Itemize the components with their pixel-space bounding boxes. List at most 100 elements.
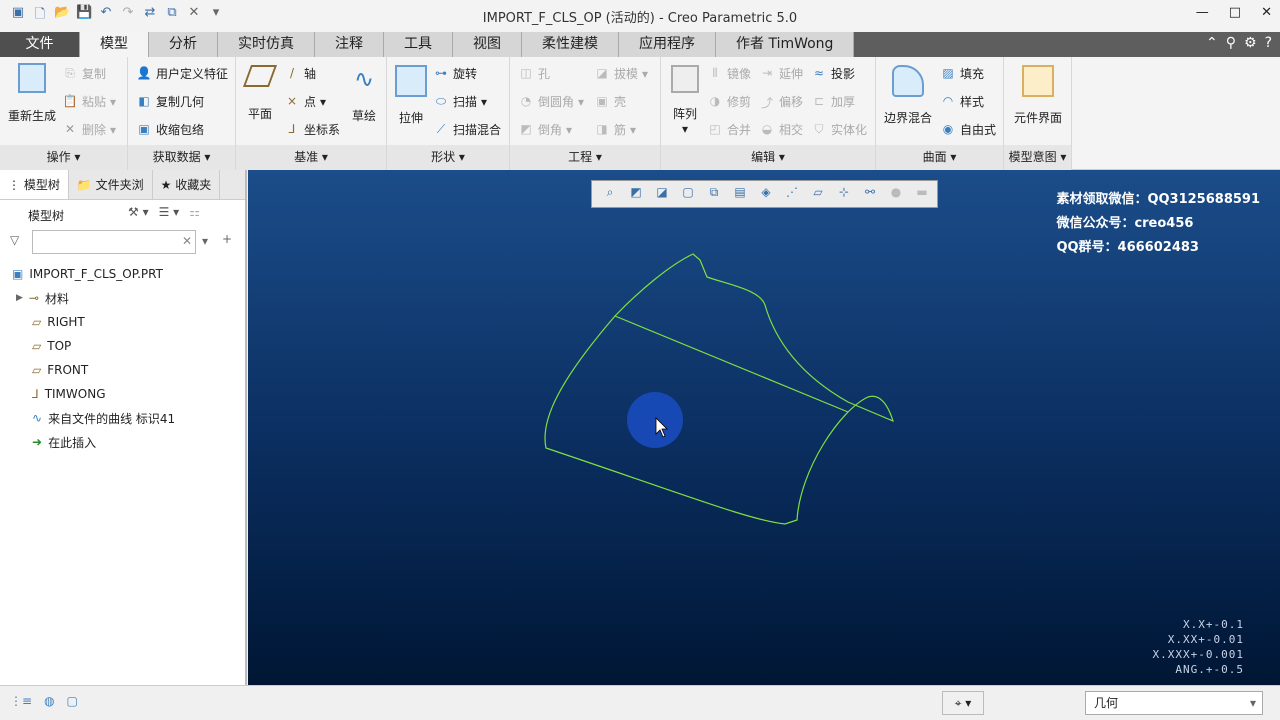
component-interface-button[interactable]: 元件界面 [1008, 65, 1068, 126]
tree-item-csys[interactable]: ⅃ TIMWONG [0, 382, 245, 406]
csys-button[interactable]: ⅃ 坐标系 [284, 121, 340, 138]
new-icon[interactable]: 🗋 [32, 5, 48, 27]
group-label[interactable]: 工程 ▾ [510, 145, 660, 170]
rib-button[interactable]: ◨ 筋 ▾ [594, 121, 636, 138]
group-label[interactable]: 形状 ▾ [387, 145, 509, 170]
pattern-button[interactable]: 阵列 ▾ [665, 65, 705, 136]
trim-button[interactable]: ◑ 修剪 [707, 93, 751, 110]
collapse-ribbon-icon[interactable]: ⌃ [1206, 35, 1218, 51]
tree-item-front[interactable]: ▱ FRONT [0, 358, 245, 382]
undo-icon[interactable]: ↶ [98, 5, 114, 27]
redo-icon[interactable]: ↷ [120, 5, 136, 27]
merge-button[interactable]: ◰ 合并 [707, 121, 751, 138]
tab-tools[interactable]: 工具 [384, 32, 453, 57]
group-label[interactable]: 编辑 ▾ [661, 145, 875, 170]
freestyle-button[interactable]: ◉ 自由式 [940, 121, 996, 138]
maximize-button[interactable]: □ [1229, 5, 1241, 20]
tab-model[interactable]: 模型 [80, 32, 149, 57]
tree-item-insert-here[interactable]: ➜ 在此插入 [0, 430, 245, 454]
imported-curve-outline[interactable] [544, 253, 894, 525]
help-icon[interactable]: ? [1265, 35, 1272, 51]
thicken-button[interactable]: ⊏ 加厚 [811, 93, 855, 110]
filter-columns-icon[interactable]: ⚏ [189, 205, 200, 219]
find-button[interactable]: ⌖ ▾ [942, 691, 984, 715]
mirror-button[interactable]: ⫴ 镜像 [707, 65, 751, 82]
group-label[interactable]: 基准 ▾ [236, 145, 386, 170]
udf-button[interactable]: 👤 用户定义特征 [136, 65, 229, 82]
full-screen-icon[interactable]: ▢ [67, 694, 78, 708]
minimize-button[interactable]: — [1196, 5, 1209, 20]
paste-button[interactable]: 📋 粘贴 ▾ [62, 93, 117, 110]
tab-applications[interactable]: 应用程序 [619, 32, 716, 57]
clear-search-icon[interactable]: ✕ [182, 234, 192, 248]
mirror-icon: ⫴ [712, 65, 718, 80]
tolerance-line: X.XXX+-0.001 [1152, 648, 1244, 661]
show-icon[interactable]: ☰ ▾ [159, 205, 180, 219]
tab-flexible-modeling[interactable]: 柔性建模 [522, 32, 619, 57]
chamfer-button[interactable]: ◩ 倒角 ▾ [518, 121, 572, 138]
close-button[interactable]: ✕ [1261, 5, 1272, 20]
sweep-button[interactable]: ⬭ 扫描 ▾ [433, 93, 487, 110]
dropdown-icon[interactable]: ▾ [202, 234, 208, 248]
shrinkwrap-button[interactable]: ▣ 收缩包络 [136, 121, 204, 138]
extend-button[interactable]: ⇥ 延伸 [759, 65, 803, 82]
point-button[interactable]: × 点 ▾ [284, 93, 326, 110]
tree-search-input[interactable] [32, 230, 196, 254]
selection-filter-dropdown[interactable]: 几何 ▾ [1085, 691, 1263, 715]
tree-item-top[interactable]: ▱ TOP [0, 334, 245, 358]
group-label[interactable]: 模型意图 ▾ [1004, 145, 1071, 170]
expand-icon[interactable]: ▶ [16, 293, 23, 303]
save-icon[interactable]: 💾 [76, 5, 92, 27]
settings-icon[interactable]: ⚙ [1244, 35, 1257, 51]
copy-geometry-button[interactable]: ◧ 复制几何 [136, 93, 204, 110]
solidify-button[interactable]: ⛉ 实体化 [811, 121, 867, 138]
tab-folder-browser[interactable]: 📁 文件夹浏 [69, 170, 153, 199]
group-label[interactable]: 操作 ▾ [0, 145, 127, 170]
add-icon[interactable]: + [222, 232, 232, 246]
delete-button[interactable]: ✕ 删除 ▾ [62, 121, 116, 138]
round-button[interactable]: ◔ 倒圆角 ▾ [518, 93, 584, 110]
group-label[interactable]: 曲面 ▾ [876, 145, 1003, 170]
sketch-button[interactable]: ∿ 草绘 [344, 65, 384, 124]
browser-toggle-icon[interactable]: ◍ [44, 694, 54, 708]
close-window-icon[interactable]: ✕ [186, 5, 202, 27]
tab-author[interactable]: 作者 TimWong [716, 32, 855, 57]
graphics-viewport[interactable]: ⌕ ◩ ◪ ▢ ⧉ ▤ ◈ ⋰ ▱ ⊹ ⚯ ● ▬ 素材领取微信：QQ3125688591 微信公众号：… [248, 170, 1280, 685]
swept-blend-button[interactable]: ⟋ 扫描混合 [433, 121, 501, 138]
navigator-toggle-icon[interactable]: ⋮≡ [10, 694, 32, 708]
revolve-button[interactable]: ⊶ 旋转 [433, 65, 477, 82]
tree-item-material[interactable]: ▶ ⊸ 材料 [0, 286, 245, 310]
extrude-button[interactable]: 拉伸 [391, 65, 431, 126]
project-button[interactable]: ≈ 投影 [811, 65, 855, 82]
settings-icon[interactable]: ⚒ ▾ [128, 205, 149, 219]
tab-annotate[interactable]: 注释 [315, 32, 384, 57]
boundary-blend-button[interactable]: 边界混合 [880, 65, 936, 126]
style-button[interactable]: ◠ 样式 [940, 93, 984, 110]
tree-item-part[interactable]: ▣ IMPORT_F_CLS_OP.PRT [0, 262, 245, 286]
regenerate-button[interactable]: 重新生成 [4, 63, 60, 124]
fill-button[interactable]: ▨ 填充 [940, 65, 984, 82]
tab-view[interactable]: 视图 [453, 32, 522, 57]
tab-model-tree[interactable]: ⋮ 模型树 [0, 170, 69, 199]
tree-item-right[interactable]: ▱ RIGHT [0, 310, 245, 334]
plane-button[interactable]: 平面 [240, 65, 280, 122]
hole-button[interactable]: ◫ 孔 [518, 65, 550, 82]
navigator-panel: ⋮ 模型树 📁 文件夹浏 ★ 收藏夹 模型树 ⚒ ▾ ☰ ▾ ⚏ ▽ ✕ ▾ + ▣… [0, 170, 247, 685]
tab-analysis[interactable]: 分析 [149, 32, 218, 57]
shell-button[interactable]: ▣ 壳 [594, 93, 626, 110]
windows-icon[interactable]: ⧉ [164, 5, 180, 27]
open-icon[interactable]: 📂 [54, 5, 70, 27]
tab-favorites[interactable]: ★ 收藏夹 [153, 170, 221, 199]
axis-button[interactable]: / 轴 [284, 65, 316, 82]
search-icon[interactable]: ⚲ [1226, 35, 1236, 51]
group-label[interactable]: 获取数据 ▾ [128, 145, 235, 170]
offset-button[interactable]: ⤴ 偏移 [759, 93, 803, 110]
copy-button[interactable]: ⎘ 复制 [62, 65, 106, 82]
customize-icon[interactable]: ▾ [208, 5, 224, 27]
regenerate-icon[interactable]: ⇄ [142, 5, 158, 27]
tree-item-imported-curve[interactable]: ∿ 来自文件的曲线 标识41 [0, 406, 245, 430]
tab-live-simulation[interactable]: 实时仿真 [218, 32, 315, 57]
draft-button[interactable]: ◪ 拔模 ▾ [594, 65, 648, 82]
tab-file[interactable]: 文件 [0, 32, 80, 57]
intersect-button[interactable]: ◒ 相交 [759, 121, 803, 138]
